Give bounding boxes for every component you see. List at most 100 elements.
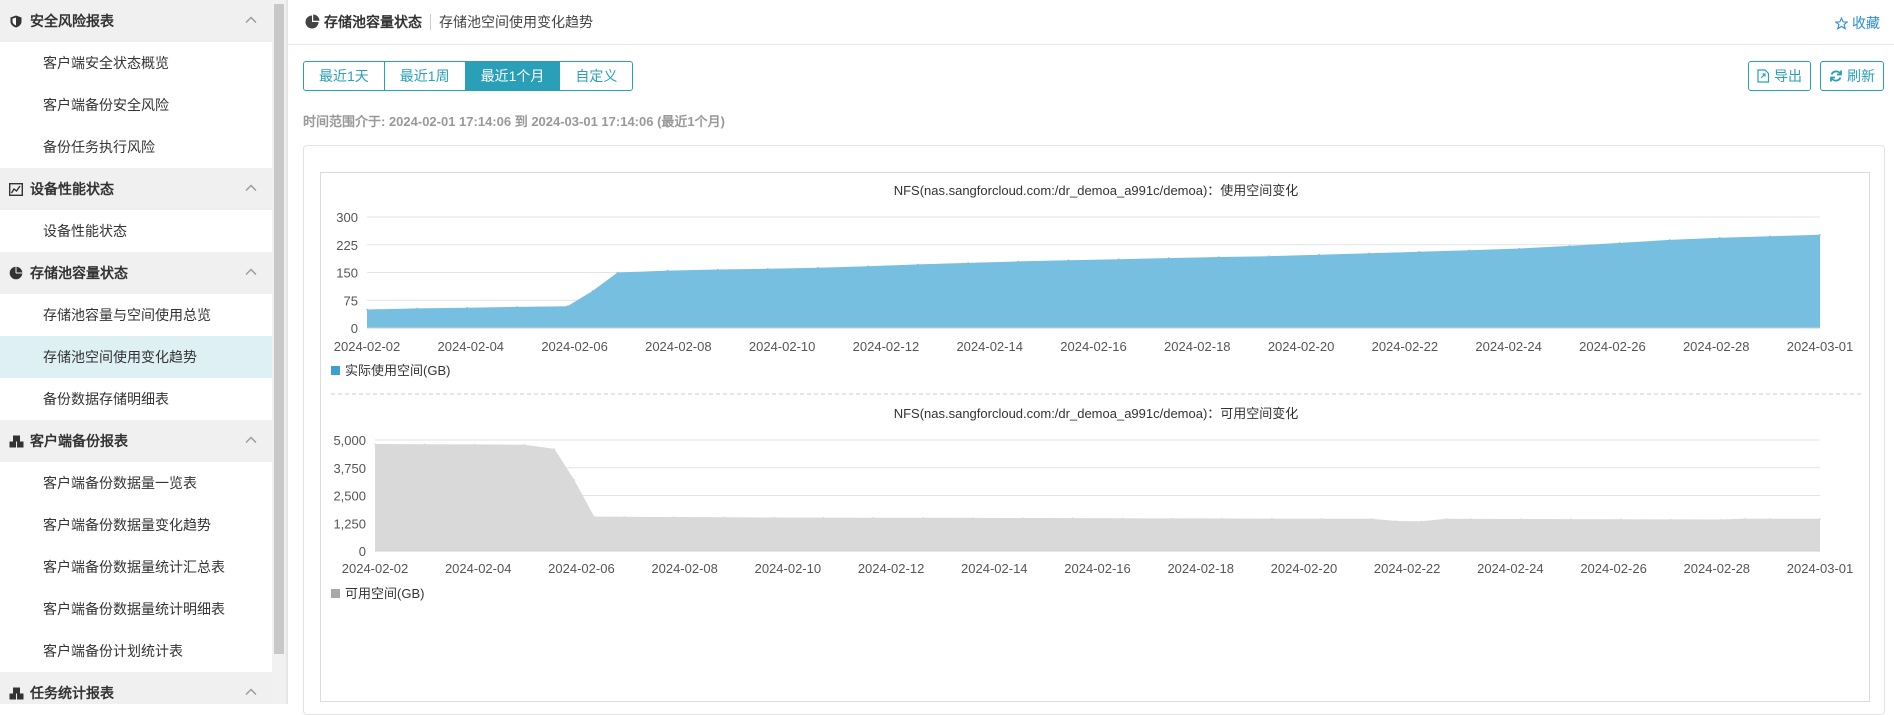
chevron-up-icon[interactable] <box>244 181 258 195</box>
sidebar-section-header[interactable]: 任务统计报表 <box>0 672 272 704</box>
sidebar-item[interactable]: 客户端备份计划统计表 <box>0 630 272 672</box>
x-tick-label: 2024-02-28 <box>1683 339 1750 354</box>
x-tick-label: 2024-02-12 <box>853 339 920 354</box>
page-title: 存储池容量状态 <box>324 14 422 30</box>
chart-panel: NFS(nas.sangforcloud.com:/dr_demoa_a991c… <box>303 145 1885 715</box>
star-icon <box>1835 16 1848 30</box>
chart-legend[interactable]: 实际使用空间(GB) <box>331 363 450 378</box>
x-tick-label: 2024-02-04 <box>438 339 505 354</box>
chevron-up-icon[interactable] <box>244 685 258 699</box>
data-point <box>1769 235 1771 237</box>
refresh-button[interactable]: 刷新 <box>1820 61 1884 91</box>
main-content: 存储池容量状态 存储池空间使用变化趋势 收藏 最近1天 最近1周 最近1个月 自定义 … <box>288 0 1894 715</box>
time-range-toggle: 最近1天 最近1周 最近1个月 自定义 <box>303 61 634 91</box>
x-tick-label: 2024-02-20 <box>1271 561 1338 576</box>
data-point <box>1568 245 1571 247</box>
y-tick-label: 150 <box>336 266 358 281</box>
x-tick-label: 2024-02-26 <box>1579 339 1646 354</box>
x-tick-label: 2024-02-20 <box>1268 339 1335 354</box>
sidebar-section-title: 安全风险报表 <box>30 13 114 29</box>
legend-label: 实际使用空间(GB) <box>345 363 450 378</box>
data-point <box>416 307 418 310</box>
range-button[interactable]: 最近1个月 <box>464 61 561 91</box>
y-tick-label: 75 <box>344 293 358 308</box>
data-point <box>1268 255 1270 257</box>
sidebar-item[interactable]: 客户端备份数据量一览表 <box>0 462 272 504</box>
data-point <box>1318 253 1320 256</box>
sidebar-item[interactable]: 客户端备份数据量统计明细表 <box>0 588 272 630</box>
range-button[interactable]: 最近1天 <box>303 61 385 91</box>
page-header: 存储池容量状态 存储池空间使用变化趋势 <box>288 0 1894 45</box>
sidebar-scrollbar[interactable] <box>272 0 286 704</box>
chart-title: NFS(nas.sangforcloud.com:/dr_demoa_a991c… <box>894 183 1299 198</box>
x-tick-label: 2024-02-28 <box>1684 561 1751 576</box>
legend-swatch <box>331 366 340 375</box>
favorite-button[interactable]: 收藏 <box>1835 13 1880 33</box>
sidebar-item[interactable]: 客户端备份安全风险 <box>0 84 272 126</box>
chart-container: NFS(nas.sangforcloud.com:/dr_demoa_a991c… <box>320 172 1870 702</box>
chart-free-space: NFS(nas.sangforcloud.com:/dr_demoa_a991c… <box>331 406 1853 601</box>
data-point <box>1420 520 1423 523</box>
series-area <box>367 234 1820 328</box>
sidebar-item[interactable]: 客户端备份数据量变化趋势 <box>0 504 272 546</box>
data-point <box>867 265 869 267</box>
range-button[interactable]: 最近1周 <box>383 61 466 91</box>
data-point <box>1370 518 1373 520</box>
sidebar-section-header[interactable]: 安全风险报表 <box>0 0 272 42</box>
data-point <box>573 479 576 481</box>
sidebar-item[interactable]: 客户端备份数据量统计汇总表 <box>0 546 272 588</box>
data-point <box>1570 518 1572 520</box>
data-point <box>1819 234 1821 236</box>
sidebar-item[interactable]: 存储池空间使用变化趋势 <box>0 336 272 378</box>
data-point <box>767 268 769 270</box>
chevron-up-icon[interactable] <box>244 13 258 27</box>
data-point <box>917 263 919 266</box>
data-point <box>1167 257 1170 259</box>
data-point <box>1218 256 1220 258</box>
chevron-up-icon[interactable] <box>244 433 258 447</box>
data-point <box>1719 236 1721 239</box>
data-point <box>673 516 675 518</box>
sidebar-nav: 安全风险报表客户端安全状态概览 客户端备份安全风险 备份任务执行风险 设备性能状态 设备… <box>0 0 272 704</box>
data-point <box>374 443 376 445</box>
x-tick-label: 2024-02-16 <box>1060 339 1127 354</box>
sidebar-item[interactable]: 备份数据存储明细表 <box>0 378 272 420</box>
sidebar-item[interactable]: 客户端安全状态概览 <box>0 42 272 84</box>
data-point <box>1271 517 1273 520</box>
x-tick-label: 2024-03-01 <box>1787 561 1854 576</box>
chart-icon <box>8 181 24 197</box>
data-point <box>1769 517 1771 520</box>
favorite-label: 收藏 <box>1852 15 1880 31</box>
range-button[interactable]: 自定义 <box>559 61 634 91</box>
scrollbar-thumb[interactable] <box>274 4 284 654</box>
x-tick-label: 2024-03-01 <box>1787 339 1854 354</box>
data-point <box>466 306 468 309</box>
sidebar-item[interactable]: 存储池容量与空间使用总览 <box>0 294 272 336</box>
export-file-icon <box>1757 69 1770 83</box>
sidebar-section-header[interactable]: 客户端备份报表 <box>0 420 272 462</box>
cubes-icon <box>8 433 24 449</box>
data-point <box>1071 517 1074 519</box>
data-point <box>566 305 569 307</box>
data-point <box>1819 518 1821 520</box>
data-point <box>1368 252 1370 255</box>
sidebar-section-header[interactable]: 存储池容量状态 <box>0 252 272 294</box>
y-tick-label: 2,500 <box>333 489 366 504</box>
x-tick-label: 2024-02-22 <box>1372 339 1439 354</box>
data-point <box>591 290 594 292</box>
x-tick-label: 2024-02-26 <box>1580 561 1647 576</box>
data-point <box>1445 518 1448 520</box>
export-button[interactable]: 导出 <box>1748 61 1811 91</box>
data-point <box>516 306 519 308</box>
data-point <box>822 516 825 519</box>
chart-legend[interactable]: 可用空间(GB) <box>331 586 424 601</box>
sidebar-item[interactable]: 备份任务执行风险 <box>0 126 272 168</box>
sidebar-item[interactable]: 设备性能状态 <box>0 210 272 252</box>
data-point <box>1468 249 1471 252</box>
chevron-up-icon[interactable] <box>244 265 258 279</box>
data-point <box>424 443 426 446</box>
data-point <box>1017 260 1020 263</box>
sidebar-section-header[interactable]: 设备性能状态 <box>0 168 272 210</box>
shield-icon <box>8 13 24 29</box>
refresh-icon <box>1830 70 1842 82</box>
